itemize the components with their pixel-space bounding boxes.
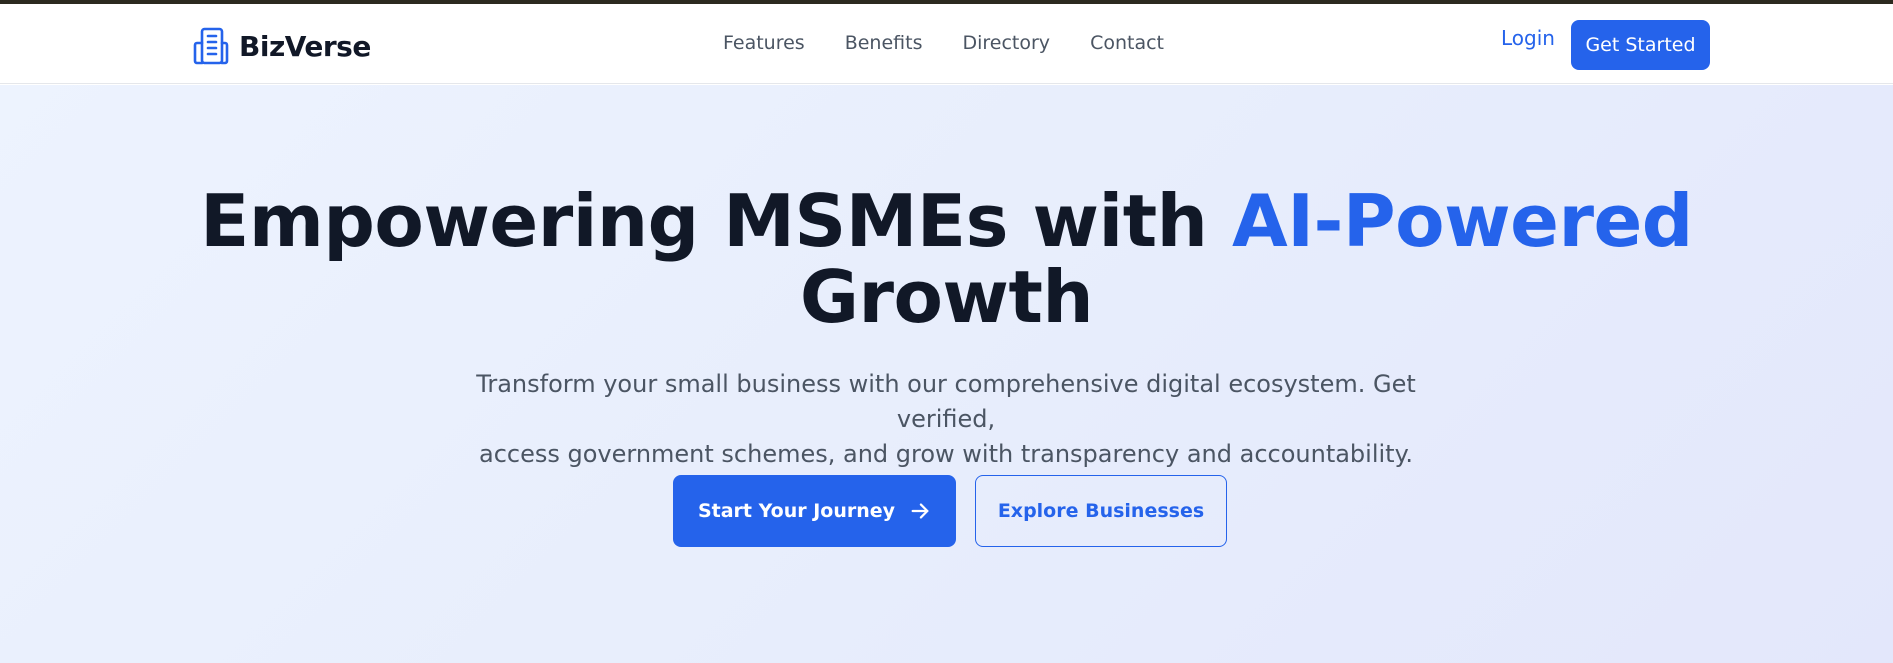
hero-subtitle-line-2: access government schemes, and grow with…: [478, 440, 1413, 468]
hero-section: Empowering MSMEs with AI-Powered Growth …: [0, 85, 1893, 663]
get-started-button[interactable]: Get Started: [1571, 20, 1710, 70]
hero-subtitle: Transform your small business with our c…: [446, 367, 1446, 472]
nav-link-contact[interactable]: Contact: [1090, 32, 1164, 54]
explore-businesses-button[interactable]: Explore Businesses: [975, 475, 1227, 547]
arrow-right-icon: [911, 503, 929, 519]
start-journey-button[interactable]: Start Your Journey: [673, 475, 956, 547]
navbar: BizVerse Features Benefits Directory Con…: [0, 4, 1893, 84]
start-journey-label: Start Your Journey: [697, 500, 896, 522]
hero-title-end: Growth: [799, 255, 1094, 339]
nav-link-directory[interactable]: Directory: [962, 32, 1050, 54]
hero-title-accent: AI-Powered: [1231, 179, 1693, 263]
building-icon: [193, 27, 229, 65]
hero-title: Empowering MSMEs with AI-Powered Growth: [0, 183, 1893, 335]
hero-title-main: Empowering MSMEs with: [200, 179, 1232, 263]
hero-subtitle-line-1: Transform your small business with our c…: [476, 370, 1416, 433]
brand-logo[interactable]: BizVerse: [191, 24, 371, 68]
nav-link-features[interactable]: Features: [723, 32, 805, 54]
main-nav: Features Benefits Directory Contact: [723, 32, 1164, 54]
login-link[interactable]: Login: [1501, 26, 1555, 50]
nav-link-benefits[interactable]: Benefits: [845, 32, 923, 54]
brand-name: BizVerse: [239, 29, 371, 63]
